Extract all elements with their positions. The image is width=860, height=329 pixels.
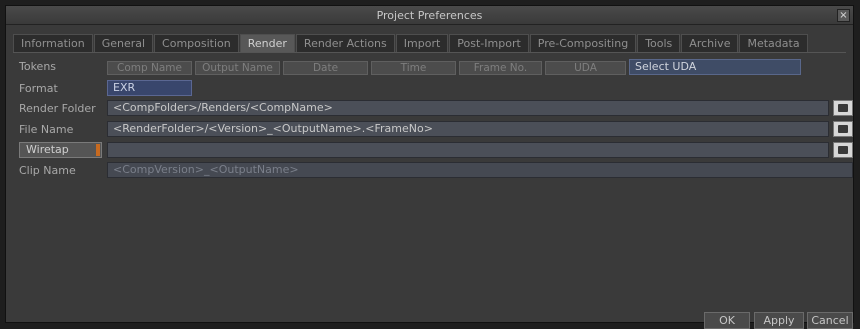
title-bar: Project Preferences × [6, 6, 853, 25]
token-date-button[interactable]: Date [283, 61, 368, 75]
tab-divider [13, 52, 846, 53]
tab-tools[interactable]: Tools [637, 34, 681, 52]
clip-name-label: Clip Name [19, 164, 76, 177]
token-comp-name-button[interactable]: Comp Name [107, 61, 192, 75]
tab-bar: Information General Composition Render R… [13, 34, 809, 52]
folder-browse-icon[interactable] [833, 142, 853, 158]
tab-information[interactable]: Information [13, 34, 93, 52]
token-time-button[interactable]: Time [371, 61, 456, 75]
file-name-label: File Name [19, 123, 74, 136]
wiretap-field[interactable] [107, 142, 829, 158]
tab-pre-compositing[interactable]: Pre-Compositing [529, 34, 637, 52]
token-uda-button[interactable]: UDA [545, 61, 626, 75]
file-name-field[interactable]: <RenderFolder>/<Version>_<OutputName>.<F… [107, 121, 829, 137]
format-select[interactable]: EXR [107, 80, 192, 96]
tab-render[interactable]: Render [239, 34, 295, 52]
window-title: Project Preferences [376, 9, 483, 22]
folder-browse-icon[interactable] [833, 121, 853, 137]
clip-name-field[interactable]: <CompVersion>_<OutputName> [107, 162, 853, 178]
tab-archive[interactable]: Archive [681, 34, 739, 52]
close-icon[interactable]: × [837, 9, 850, 22]
tokens-label: Tokens [19, 60, 57, 73]
format-label: Format [19, 82, 58, 95]
cancel-button[interactable]: Cancel [807, 312, 853, 329]
ok-button[interactable]: OK [704, 312, 750, 329]
apply-button[interactable]: Apply [754, 312, 804, 329]
tab-metadata[interactable]: Metadata [739, 34, 808, 52]
project-preferences-window: Project Preferences × Information Genera… [5, 5, 854, 329]
token-frame-no-button[interactable]: Frame No. [459, 61, 542, 75]
tab-composition[interactable]: Composition [154, 34, 239, 52]
render-folder-field[interactable]: <CompFolder>/Renders/<CompName> [107, 100, 829, 116]
folder-browse-icon[interactable] [833, 100, 853, 116]
tab-general[interactable]: General [93, 34, 154, 52]
tab-import[interactable]: Import [395, 34, 449, 52]
select-uda-dropdown[interactable]: Select UDA [629, 59, 801, 75]
tab-post-import[interactable]: Post-Import [449, 34, 529, 52]
tab-render-actions[interactable]: Render Actions [295, 34, 395, 52]
token-output-name-button[interactable]: Output Name [195, 61, 280, 75]
wiretap-button[interactable]: Wiretap [19, 142, 102, 158]
render-folder-label: Render Folder [19, 102, 96, 115]
